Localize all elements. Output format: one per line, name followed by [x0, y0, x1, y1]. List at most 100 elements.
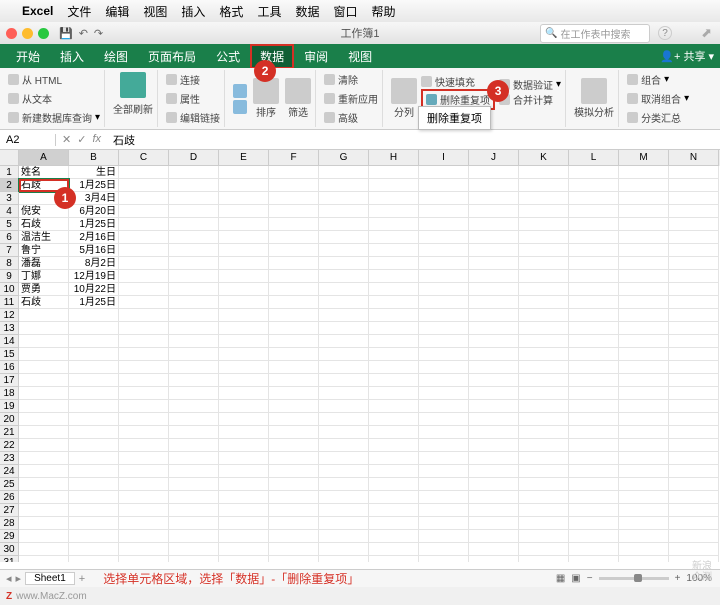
column-header[interactable]: I	[419, 150, 469, 166]
zoom-out-button[interactable]: −	[587, 573, 593, 584]
cell[interactable]	[319, 335, 369, 348]
cell[interactable]	[669, 257, 719, 270]
cell[interactable]	[269, 192, 319, 205]
cell[interactable]	[519, 556, 569, 562]
cell[interactable]	[469, 439, 519, 452]
cell[interactable]	[469, 387, 519, 400]
cell[interactable]	[619, 478, 669, 491]
cell[interactable]	[119, 270, 169, 283]
cell[interactable]	[219, 283, 269, 296]
cell[interactable]	[569, 465, 619, 478]
cell[interactable]	[19, 309, 69, 322]
cell[interactable]	[619, 543, 669, 556]
cell[interactable]	[19, 543, 69, 556]
cell[interactable]	[519, 361, 569, 374]
cell[interactable]	[319, 556, 369, 562]
cell[interactable]	[469, 465, 519, 478]
cell[interactable]	[519, 166, 569, 179]
cell[interactable]	[19, 413, 69, 426]
cell[interactable]	[669, 504, 719, 517]
cell[interactable]	[619, 296, 669, 309]
cell[interactable]	[219, 517, 269, 530]
cell[interactable]	[119, 530, 169, 543]
cell[interactable]	[569, 439, 619, 452]
view-page-icon[interactable]: ▣	[571, 573, 580, 584]
cell[interactable]	[669, 478, 719, 491]
cell[interactable]	[19, 439, 69, 452]
cell[interactable]	[519, 322, 569, 335]
cell[interactable]	[569, 530, 619, 543]
cell[interactable]	[419, 400, 469, 413]
cell[interactable]	[569, 309, 619, 322]
cell[interactable]	[19, 452, 69, 465]
help-icon[interactable]: ?	[658, 26, 672, 40]
cell[interactable]	[169, 439, 219, 452]
cell[interactable]	[269, 556, 319, 562]
cell[interactable]	[569, 257, 619, 270]
cell[interactable]	[169, 478, 219, 491]
cell[interactable]	[319, 491, 369, 504]
cell[interactable]	[69, 478, 119, 491]
cell[interactable]	[469, 374, 519, 387]
cell[interactable]	[319, 530, 369, 543]
cell[interactable]	[519, 257, 569, 270]
cell[interactable]	[469, 556, 519, 562]
cell[interactable]	[569, 387, 619, 400]
cell[interactable]	[469, 166, 519, 179]
column-header[interactable]: B	[69, 150, 119, 166]
cell[interactable]	[569, 400, 619, 413]
sheet-nav-first-icon[interactable]: ◂	[6, 572, 12, 585]
row-header[interactable]: 2	[0, 179, 19, 192]
filter-button[interactable]: 筛选	[288, 104, 308, 119]
cell[interactable]	[569, 452, 619, 465]
cell[interactable]	[419, 283, 469, 296]
share-button[interactable]: 👤+ 共享 ▾	[660, 48, 714, 64]
cell[interactable]	[369, 166, 419, 179]
close-window-button[interactable]	[6, 28, 17, 39]
cell[interactable]	[419, 374, 469, 387]
cell[interactable]	[519, 244, 569, 257]
cell[interactable]	[319, 296, 369, 309]
cell[interactable]	[169, 218, 219, 231]
menu-window[interactable]: 窗口	[333, 3, 357, 20]
row-header[interactable]: 18	[0, 387, 19, 400]
menu-help[interactable]: 帮助	[371, 3, 395, 20]
cell[interactable]	[269, 374, 319, 387]
cell[interactable]: 1月25日	[69, 296, 119, 309]
cell[interactable]	[669, 335, 719, 348]
cell[interactable]	[69, 309, 119, 322]
cell[interactable]	[69, 556, 119, 562]
cell[interactable]	[19, 478, 69, 491]
cell[interactable]	[219, 335, 269, 348]
cell[interactable]	[469, 413, 519, 426]
cell[interactable]	[619, 335, 669, 348]
minimize-window-button[interactable]	[22, 28, 33, 39]
cell[interactable]	[119, 205, 169, 218]
cell[interactable]	[319, 439, 369, 452]
cell[interactable]	[569, 335, 619, 348]
cell[interactable]	[319, 452, 369, 465]
cell[interactable]	[269, 270, 319, 283]
cell[interactable]	[119, 231, 169, 244]
cell[interactable]	[369, 205, 419, 218]
cell[interactable]	[369, 387, 419, 400]
row-header[interactable]: 10	[0, 283, 19, 296]
refresh-all-button[interactable]: 全部刷新	[113, 101, 153, 116]
cell[interactable]	[469, 504, 519, 517]
cell[interactable]	[319, 192, 369, 205]
cell[interactable]	[269, 387, 319, 400]
cell[interactable]	[369, 296, 419, 309]
cell[interactable]	[19, 491, 69, 504]
cell[interactable]: 丁娜	[19, 270, 69, 283]
cell[interactable]	[319, 166, 369, 179]
menu-tools[interactable]: 工具	[257, 3, 281, 20]
column-header[interactable]: D	[169, 150, 219, 166]
cell[interactable]: 潘磊	[19, 257, 69, 270]
row-header[interactable]: 21	[0, 426, 19, 439]
cell[interactable]	[69, 387, 119, 400]
row-header[interactable]: 11	[0, 296, 19, 309]
cell[interactable]	[369, 400, 419, 413]
cell[interactable]	[419, 335, 469, 348]
cell[interactable]	[169, 491, 219, 504]
cell[interactable]	[19, 504, 69, 517]
